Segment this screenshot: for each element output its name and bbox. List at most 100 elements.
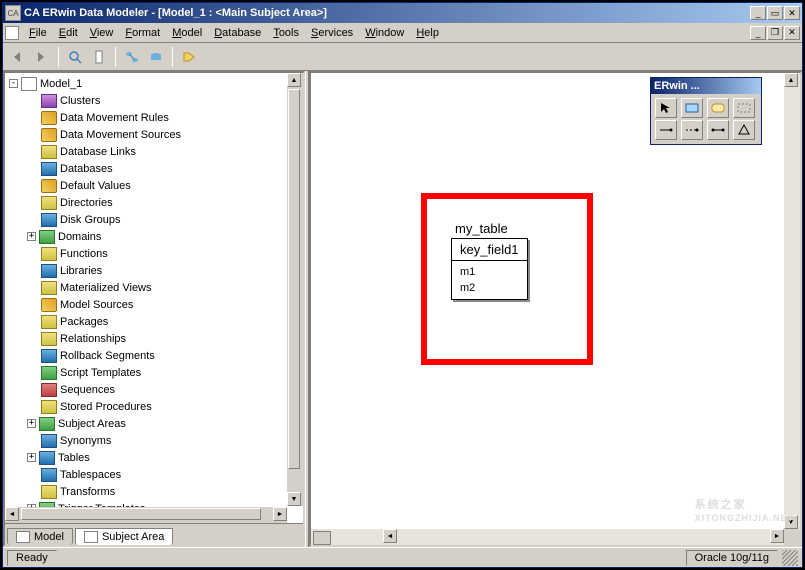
entity-key-field[interactable]: key_field1 xyxy=(452,239,527,261)
tool-many-many-rel[interactable] xyxy=(707,120,729,140)
scroll-thumb-h[interactable] xyxy=(21,508,261,520)
menu-edit[interactable]: Edit xyxy=(53,25,84,41)
expand-toggle[interactable]: + xyxy=(27,419,36,428)
tool-label[interactable] xyxy=(733,98,755,118)
nav-forward-button[interactable] xyxy=(31,46,53,68)
tree-item[interactable]: Libraries xyxy=(9,262,301,279)
scroll-up-button[interactable]: ▲ xyxy=(287,73,301,87)
canvas-scroll-left[interactable]: ◄ xyxy=(383,529,397,543)
mdi-close-button[interactable]: ✕ xyxy=(784,26,800,40)
menu-view[interactable]: View xyxy=(84,25,120,41)
expand-toggle[interactable]: - xyxy=(9,79,18,88)
model-tree[interactable]: - Model_1 ClustersData Movement RulesData … xyxy=(5,73,303,523)
tree-item[interactable]: Rollback Segments xyxy=(9,347,301,364)
entity-name[interactable]: my_table xyxy=(451,221,528,236)
menu-database[interactable]: Database xyxy=(208,25,267,41)
tree-item[interactable]: + Tables xyxy=(9,449,301,466)
tree-item-icon xyxy=(39,230,55,244)
tree-item-label: Script Templates xyxy=(60,367,141,379)
scroll-left-button[interactable]: ◄ xyxy=(5,507,19,521)
titlebar[interactable]: CA CA ERwin Data Modeler - [Model_1 : <M… xyxy=(3,3,802,23)
tab-model[interactable]: Model xyxy=(7,528,73,545)
tree-item[interactable]: Relationships xyxy=(9,330,301,347)
tree-item[interactable]: Clusters xyxy=(9,92,301,109)
menu-services[interactable]: Services xyxy=(305,25,359,41)
tree-item[interactable]: Packages xyxy=(9,313,301,330)
tab-subject-area[interactable]: Subject Area xyxy=(75,528,173,545)
tree-item[interactable]: Data Movement Sources xyxy=(9,126,301,143)
minimize-button[interactable]: _ xyxy=(750,6,766,20)
tree-item[interactable]: +Subject Areas xyxy=(9,415,301,432)
mdi-restore-button[interactable]: ❐ xyxy=(767,26,783,40)
tree-item[interactable]: Synonyms xyxy=(9,432,301,449)
tree-item[interactable]: Functions xyxy=(9,245,301,262)
entity-attribute[interactable]: m1 xyxy=(460,264,519,280)
tree-item-icon xyxy=(41,298,57,312)
help-button[interactable] xyxy=(178,46,200,68)
menu-model[interactable]: Model xyxy=(166,25,208,41)
tree-item-label: Packages xyxy=(60,316,108,328)
db-connect-button[interactable] xyxy=(121,46,143,68)
tree-item-label: Tablespaces xyxy=(60,469,121,481)
tree-item-label: Directories xyxy=(60,197,113,209)
erwin-toolbox[interactable]: ERwin ... xyxy=(650,77,762,145)
maximize-button[interactable]: ▭ xyxy=(767,6,783,20)
go-button[interactable] xyxy=(88,46,110,68)
mdi-minimize-button[interactable]: _ xyxy=(750,26,766,40)
tree-item[interactable]: Database Links xyxy=(9,143,301,160)
menu-format[interactable]: Format xyxy=(119,25,166,41)
db-sync-button[interactable] xyxy=(145,46,167,68)
canvas-scroll-up[interactable]: ▲ xyxy=(784,73,798,87)
canvas-scroll-right[interactable]: ► xyxy=(770,529,784,543)
menu-help[interactable]: Help xyxy=(410,25,445,41)
tree-item[interactable]: Directories xyxy=(9,194,301,211)
tree-item[interactable]: Stored Procedures xyxy=(9,398,301,415)
menu-file[interactable]: File xyxy=(23,25,53,41)
toolbox-title[interactable]: ERwin ... xyxy=(651,78,761,94)
tree-item[interactable]: Transforms xyxy=(9,483,301,500)
entity-my-table[interactable]: my_table key_field1 m1m2 xyxy=(451,221,528,300)
menubar: FileEditViewFormatModelDatabaseToolsServ… xyxy=(3,23,802,43)
tree-root-label[interactable]: Model_1 xyxy=(40,78,82,90)
nav-back-button[interactable] xyxy=(7,46,29,68)
tree-item[interactable]: Materialized Views xyxy=(9,279,301,296)
tool-nonidentifying-rel[interactable] xyxy=(681,120,703,140)
tree-vscroll[interactable]: ▲ ▼ xyxy=(287,73,303,506)
entity-attribute[interactable]: m2 xyxy=(460,280,519,296)
tree-item[interactable]: +Domains xyxy=(9,228,301,245)
close-button[interactable]: ✕ xyxy=(784,6,800,20)
scroll-thumb[interactable] xyxy=(288,89,300,469)
tree-item[interactable]: Disk Groups xyxy=(9,211,301,228)
tab-model-label: Model xyxy=(34,531,64,543)
scroll-right-button[interactable]: ► xyxy=(273,507,287,521)
canvas-tab[interactable] xyxy=(313,531,331,545)
tool-identifying-rel[interactable] xyxy=(655,120,677,140)
scroll-down-button[interactable]: ▼ xyxy=(287,492,301,506)
tree-item[interactable]: Default Values xyxy=(9,177,301,194)
canvas-vscroll[interactable]: ▲ ▼ xyxy=(784,73,800,529)
canvas-hscroll[interactable]: ◄ ► xyxy=(311,529,784,545)
tree-hscroll[interactable]: ◄ ► xyxy=(5,507,287,523)
menu-tools[interactable]: Tools xyxy=(267,25,305,41)
menu-window[interactable]: Window xyxy=(359,25,410,41)
tool-entity[interactable] xyxy=(681,98,703,118)
tree-item[interactable]: Tablespaces xyxy=(9,466,301,483)
expand-toggle[interactable]: + xyxy=(27,232,36,241)
model-explorer: - Model_1 ClustersData Movement RulesData … xyxy=(3,71,305,547)
canvas-scroll-down[interactable]: ▼ xyxy=(784,515,798,529)
tree-item[interactable]: Data Movement Rules xyxy=(9,109,301,126)
tree-item[interactable]: Script Templates xyxy=(9,364,301,381)
tree-item[interactable]: Databases xyxy=(9,160,301,177)
tree-item-icon xyxy=(41,128,57,142)
tree-item[interactable]: Sequences xyxy=(9,381,301,398)
expand-toggle[interactable]: + xyxy=(27,453,36,462)
diagram-canvas[interactable]: my_table key_field1 m1m2 ERwin ... xyxy=(309,71,802,547)
tree-item[interactable]: Model Sources xyxy=(9,296,301,313)
tool-select[interactable] xyxy=(655,98,677,118)
find-button[interactable] xyxy=(64,46,86,68)
tree-item-label: Databases xyxy=(60,163,113,175)
tool-subtype[interactable] xyxy=(733,120,755,140)
tree-item-label: Tables xyxy=(58,452,90,464)
resize-grip[interactable] xyxy=(782,550,798,566)
tool-view[interactable] xyxy=(707,98,729,118)
